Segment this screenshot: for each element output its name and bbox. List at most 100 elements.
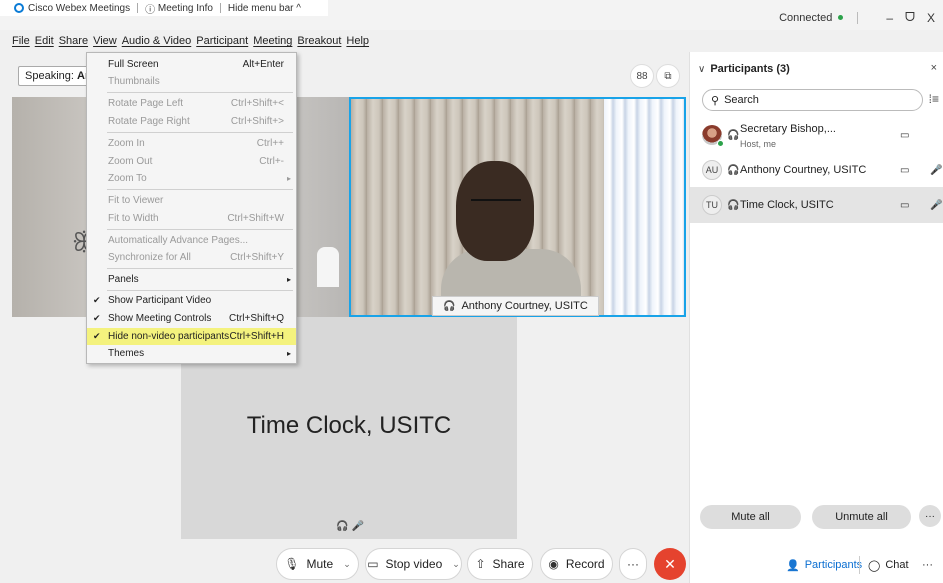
- view-menu-dropdown: Full Screen Alt+Enter Thumbnails Rotate …: [86, 52, 297, 364]
- participant-row[interactable]: AU 🎧 Anthony Courtney, USITC ▭ 🎤: [690, 152, 943, 188]
- app-name: Cisco Webex Meetings: [28, 2, 131, 14]
- meeting-info-icon[interactable]: ⓘ: [145, 1, 158, 16]
- checkmark-icon: ✔: [93, 295, 101, 305]
- record-icon: ◉: [548, 557, 559, 571]
- close-panel-button[interactable]: ×: [931, 62, 937, 74]
- menu-participant[interactable]: Participant: [196, 35, 248, 47]
- record-label: Record: [565, 557, 605, 571]
- unmute-all-button[interactable]: Unmute all: [812, 505, 911, 529]
- sort-icon[interactable]: ⁞≡: [929, 92, 939, 106]
- share-icon: ⇧: [475, 557, 486, 571]
- menu-item-shortcut: Ctrl+Shift+W: [227, 213, 284, 224]
- menu-item-shortcut: Ctrl+-: [259, 156, 284, 167]
- menu-breakout[interactable]: Breakout: [297, 35, 341, 47]
- menu-item-themes[interactable]: Themes ▸: [87, 345, 296, 362]
- participants-tab[interactable]: 👤 Participants: [786, 553, 862, 577]
- footer-more-button[interactable]: ···: [922, 553, 933, 577]
- menu-item-label: Zoom To: [108, 173, 147, 184]
- menu-item-panels[interactable]: Panels ▸: [87, 271, 296, 288]
- headset-icon: 🎧: [727, 199, 740, 211]
- title-divider: [137, 3, 139, 13]
- menu-audio-video[interactable]: Audio & Video: [122, 35, 192, 47]
- participant-name: Secretary Bishop,...: [740, 123, 836, 135]
- menu-meeting[interactable]: Meeting: [253, 35, 292, 47]
- panel-more-button[interactable]: ···: [919, 505, 941, 527]
- search-icon: ⚲: [711, 94, 720, 107]
- headset-icon: 🎧: [443, 300, 456, 312]
- menu-item-shortcut: Ctrl++: [256, 138, 284, 149]
- participant-row[interactable]: TU 🎧 Time Clock, USITC ▭ 🎤: [690, 187, 943, 223]
- person-head-image: [456, 161, 534, 261]
- menu-item-show-participant-video[interactable]: ✔ Show Participant Video: [87, 292, 296, 309]
- more-icon: ···: [627, 557, 639, 571]
- menu-item-zoom-out: Zoom Out Ctrl+-: [87, 153, 296, 170]
- menu-item-thumbnails: Thumbnails: [87, 73, 296, 90]
- popout-button[interactable]: ⧉: [656, 64, 680, 88]
- record-button[interactable]: ◉ Record: [540, 548, 613, 580]
- menu-item-label: Themes: [108, 348, 145, 359]
- end-meeting-button[interactable]: ✕: [654, 548, 686, 580]
- panel-header[interactable]: ∨ Participants (3): [698, 63, 790, 75]
- menu-item-label: Show Meeting Controls: [108, 313, 212, 324]
- glasses-image: [471, 199, 521, 207]
- webex-logo-icon: [14, 3, 24, 13]
- window-blinds-image: [604, 99, 684, 315]
- menu-item-label: Fit to Viewer: [108, 195, 164, 206]
- submenu-arrow-icon: ▸: [286, 349, 291, 358]
- participant-row[interactable]: 🎧 Secretary Bishop,... Host, me ▭: [690, 117, 943, 153]
- more-options-button[interactable]: ···: [619, 548, 647, 580]
- minimize-button[interactable]: –: [886, 11, 893, 25]
- menu-view[interactable]: View: [93, 35, 117, 47]
- camera-icon: ▭: [900, 164, 910, 176]
- chevron-down-icon[interactable]: ⌄: [343, 559, 351, 570]
- menu-item-full-screen[interactable]: Full Screen Alt+Enter: [87, 56, 296, 73]
- participants-panel: ∨ Participants (3) × ⚲ Search ⁞≡ 🎧 Secre…: [689, 52, 943, 583]
- chat-tab[interactable]: ◯ Chat: [868, 553, 909, 577]
- close-window-button[interactable]: X: [927, 11, 935, 25]
- avatar: AU: [702, 160, 722, 180]
- connection-status: Connected: [779, 11, 833, 24]
- lamp-image: [317, 247, 339, 287]
- grid-layout-button[interactable]: 88: [630, 64, 654, 88]
- participants-tab-label: Participants: [804, 559, 863, 571]
- mute-button[interactable]: 🎙 Mute ⌄: [276, 548, 359, 580]
- menu-item-shortcut: Ctrl+Shift+Y: [230, 252, 284, 263]
- menu-item-label: Panels: [108, 274, 139, 285]
- chevron-down-icon[interactable]: ⌄: [452, 559, 460, 570]
- menu-separator: [107, 92, 293, 93]
- checkmark-icon: ✔: [93, 313, 101, 323]
- chevron-down-icon[interactable]: ∨: [698, 64, 705, 75]
- mic-active-icon[interactable]: 🎤: [930, 165, 942, 176]
- title-divider: [219, 3, 221, 13]
- camera-icon: ▭: [900, 129, 910, 141]
- panel-title: Participants (3): [710, 63, 790, 75]
- grid-icon: 88: [636, 70, 648, 82]
- menu-item-show-meeting-controls[interactable]: ✔ Show Meeting Controls Ctrl+Shift+Q: [87, 310, 296, 327]
- menu-edit[interactable]: Edit: [35, 35, 54, 47]
- search-input[interactable]: ⚲ Search: [702, 89, 923, 111]
- title-left: Cisco Webex Meetings ⓘ Meeting Info Hide…: [0, 0, 328, 16]
- participant-role: Host, me: [740, 139, 777, 149]
- mute-all-button[interactable]: Mute all: [700, 505, 801, 529]
- tile-participant-name: Time Clock, USITC: [246, 412, 452, 439]
- hide-menu-bar-button[interactable]: Hide menu bar ^: [228, 3, 301, 14]
- share-button[interactable]: ⇧ Share: [467, 548, 533, 580]
- active-speaker-name-tag: 🎧 Anthony Courtney, USITC: [432, 296, 599, 316]
- menu-help[interactable]: Help: [346, 35, 369, 47]
- menu-file[interactable]: File: [12, 35, 30, 47]
- video-tile-active-speaker[interactable]: [349, 97, 686, 317]
- chat-bubble-icon: ◯: [868, 559, 881, 572]
- meeting-info-button[interactable]: Meeting Info: [158, 3, 213, 14]
- stop-video-label: Stop video: [385, 557, 443, 571]
- menu-separator: [107, 268, 293, 269]
- search-placeholder: Search: [724, 94, 759, 106]
- mic-muted-icon[interactable]: 🎤: [930, 200, 942, 211]
- stop-video-button[interactable]: ▭ Stop video ⌄: [365, 548, 462, 580]
- menu-share[interactable]: Share: [59, 35, 88, 47]
- menu-item-hide-non-video[interactable]: ✔ Hide non-video participants Ctrl+Shift…: [87, 328, 296, 345]
- menu-item-synchronize: Synchronize for All Ctrl+Shift+Y: [87, 249, 296, 266]
- submenu-arrow-icon: ▸: [286, 275, 291, 284]
- menu-separator: [107, 229, 293, 230]
- restore-button[interactable]: ᗜ: [905, 10, 915, 25]
- close-icon: ✕: [664, 555, 676, 572]
